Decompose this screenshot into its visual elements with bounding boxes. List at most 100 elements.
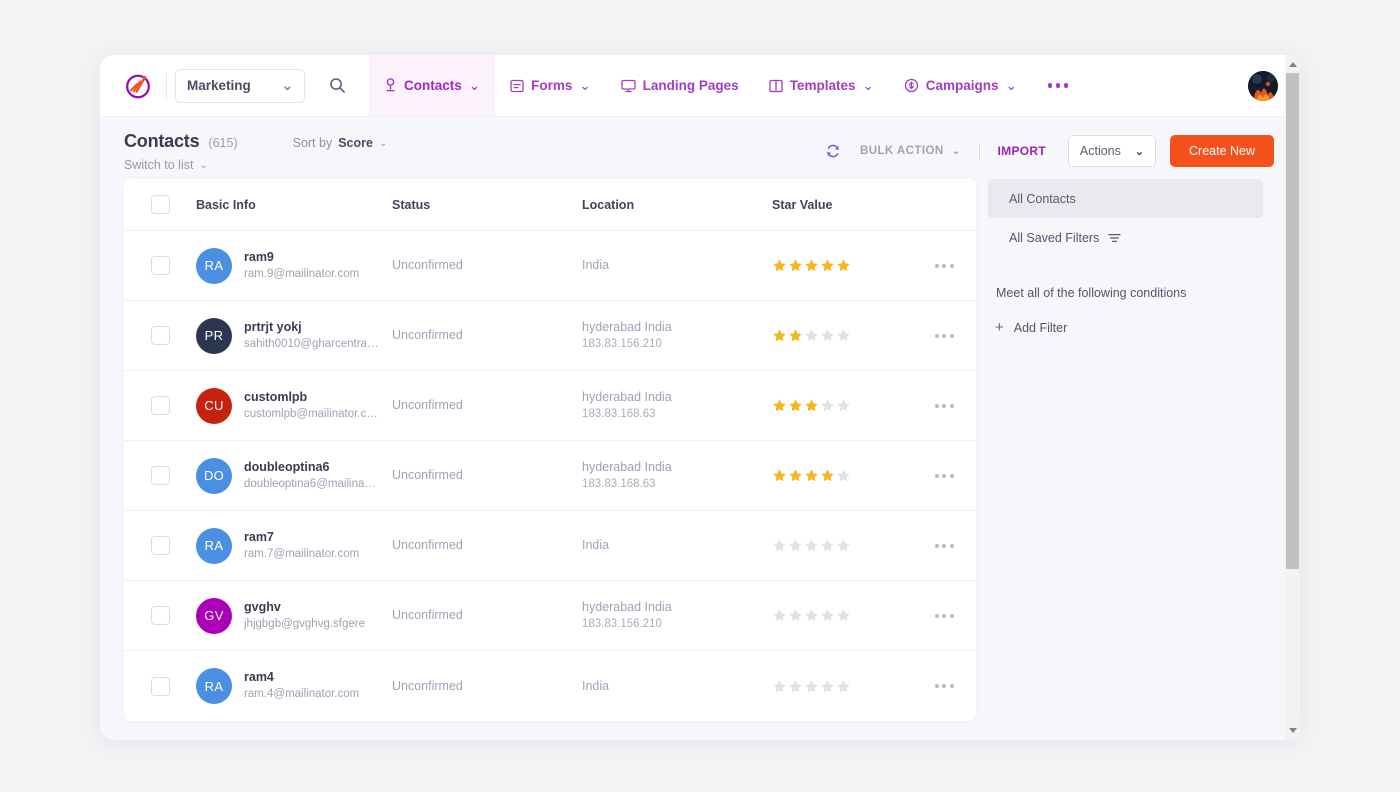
star-rating[interactable] [772, 538, 912, 553]
actions-dropdown-button[interactable]: Actions ⌄ [1068, 135, 1156, 167]
column-header-star-value[interactable]: Star Value [772, 198, 912, 212]
row-more-options-icon[interactable] [935, 334, 954, 338]
column-header-basic-info[interactable]: Basic Info [196, 198, 392, 212]
star-icon[interactable] [836, 538, 851, 553]
row-more-options-icon[interactable] [935, 474, 954, 478]
star-icon[interactable] [804, 328, 819, 343]
row-checkbox[interactable] [151, 256, 170, 275]
star-icon[interactable] [836, 608, 851, 623]
row-checkbox[interactable] [151, 326, 170, 345]
star-icon[interactable] [820, 468, 835, 483]
vertical-scrollbar[interactable] [1285, 55, 1300, 740]
contact-name[interactable]: ram9 [244, 249, 359, 266]
nav-item-campaigns[interactable]: Campaigns ⌄ [889, 55, 1032, 116]
star-rating[interactable] [772, 679, 912, 694]
star-rating[interactable] [772, 398, 912, 413]
star-icon[interactable] [820, 398, 835, 413]
table-row[interactable]: CUcustomlpbcustomlpb@mailinator.comUncon… [124, 371, 976, 441]
star-icon[interactable] [804, 258, 819, 273]
scroll-up-arrow-icon[interactable] [1285, 57, 1300, 72]
table-row[interactable]: RAram9ram.9@mailinator.comUnconfirmedInd… [124, 231, 976, 301]
star-rating[interactable] [772, 608, 912, 623]
star-icon[interactable] [772, 608, 787, 623]
row-checkbox[interactable] [151, 466, 170, 485]
star-rating[interactable] [772, 258, 912, 273]
star-icon[interactable] [836, 328, 851, 343]
star-icon[interactable] [804, 538, 819, 553]
nav-item-landing-pages[interactable]: Landing Pages [606, 55, 754, 116]
contact-name[interactable]: prtrjt yokj [244, 319, 379, 336]
star-icon[interactable] [788, 608, 803, 623]
star-icon[interactable] [772, 328, 787, 343]
star-icon[interactable] [804, 468, 819, 483]
row-checkbox[interactable] [151, 396, 170, 415]
create-new-button[interactable]: Create New [1170, 135, 1274, 167]
nav-more-options-button[interactable] [1032, 55, 1085, 116]
contact-name[interactable]: ram7 [244, 529, 359, 546]
star-icon[interactable] [836, 468, 851, 483]
star-icon[interactable] [772, 398, 787, 413]
app-logo[interactable] [112, 71, 164, 101]
star-icon[interactable] [804, 608, 819, 623]
star-icon[interactable] [820, 258, 835, 273]
row-more-options-icon[interactable] [935, 264, 954, 268]
nav-item-contacts[interactable]: Contacts ⌄ [369, 55, 495, 116]
row-checkbox[interactable] [151, 536, 170, 555]
contact-name[interactable]: gvghv [244, 599, 365, 616]
star-icon[interactable] [836, 258, 851, 273]
star-icon[interactable] [788, 679, 803, 694]
contact-name[interactable]: ram4 [244, 669, 359, 686]
nav-item-forms[interactable]: Forms ⌄ [495, 55, 606, 116]
row-select-cell [124, 536, 196, 555]
star-icon[interactable] [820, 608, 835, 623]
row-more-options-icon[interactable] [935, 684, 954, 688]
import-button[interactable]: IMPORT [998, 144, 1046, 158]
star-rating[interactable] [772, 468, 912, 483]
search-button[interactable] [317, 66, 357, 106]
star-icon[interactable] [804, 679, 819, 694]
star-icon[interactable] [788, 468, 803, 483]
star-icon[interactable] [820, 328, 835, 343]
row-more-options-icon[interactable] [935, 404, 954, 408]
star-icon[interactable] [820, 679, 835, 694]
scroll-down-arrow-icon[interactable] [1285, 723, 1300, 738]
star-icon[interactable] [820, 538, 835, 553]
row-checkbox[interactable] [151, 677, 170, 696]
column-header-location[interactable]: Location [582, 198, 772, 212]
star-icon[interactable] [788, 258, 803, 273]
star-icon[interactable] [788, 398, 803, 413]
nav-item-templates[interactable]: Templates ⌄ [754, 55, 889, 116]
contact-name[interactable]: customlpb [244, 389, 379, 406]
table-row[interactable]: PRprtrjt yokjsahith0010@gharcentral.co..… [124, 301, 976, 371]
star-icon[interactable] [788, 538, 803, 553]
star-icon[interactable] [772, 538, 787, 553]
table-row[interactable]: RAram7ram.7@mailinator.comUnconfirmedInd… [124, 511, 976, 581]
filter-all-saved-filters[interactable]: All Saved Filters [988, 218, 1263, 258]
sort-by-control[interactable]: Sort by Score ⌄ [293, 136, 388, 150]
star-icon[interactable] [836, 679, 851, 694]
table-row[interactable]: DOdoubleoptina6doubleoptina6@mailinator.… [124, 441, 976, 511]
filter-all-contacts[interactable]: All Contacts [988, 179, 1263, 218]
star-icon[interactable] [772, 258, 787, 273]
add-filter-button[interactable]: + Add Filter [988, 320, 1263, 335]
switch-to-list-control[interactable]: Switch to list ⌄ [124, 158, 208, 172]
contact-name[interactable]: doubleoptina6 [244, 459, 379, 476]
star-icon[interactable] [804, 398, 819, 413]
row-checkbox[interactable] [151, 606, 170, 625]
row-more-options-icon[interactable] [935, 544, 954, 548]
table-row[interactable]: GVgvghvjhjgbgb@gvghvg.sfgereUnconfirmedh… [124, 581, 976, 651]
row-more-options-icon[interactable] [935, 614, 954, 618]
scrollbar-thumb[interactable] [1286, 73, 1299, 569]
bulk-action-dropdown[interactable]: BULK ACTION ⌄ [860, 145, 961, 157]
column-header-status[interactable]: Status [392, 198, 582, 212]
star-icon[interactable] [788, 328, 803, 343]
workspace-selector[interactable]: Marketing ⌄ [175, 69, 305, 103]
star-icon[interactable] [772, 468, 787, 483]
star-icon[interactable] [836, 398, 851, 413]
table-row[interactable]: RAram4ram.4@mailinator.comUnconfirmedInd… [124, 651, 976, 721]
star-icon[interactable] [772, 679, 787, 694]
select-all-checkbox[interactable] [151, 195, 170, 214]
avatar[interactable] [1248, 71, 1278, 101]
refresh-button[interactable] [820, 138, 846, 164]
star-rating[interactable] [772, 328, 912, 343]
